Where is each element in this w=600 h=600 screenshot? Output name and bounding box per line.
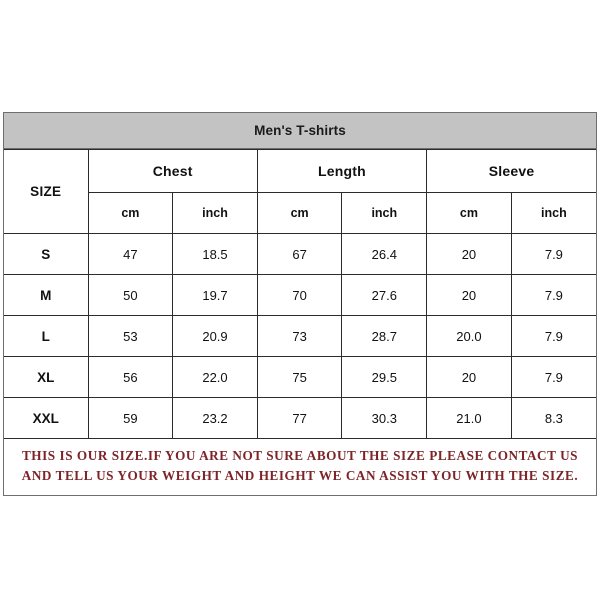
chart-title-bar: Men's T-shirts [4, 113, 596, 149]
cell-sleeve-inch: 7.9 [510, 356, 596, 398]
cell-sleeve-inch: 7.9 [510, 274, 596, 316]
cell-size: XL [4, 356, 89, 398]
cell-length-inch: 30.3 [341, 397, 428, 438]
cell-sleeve-cm: 20 [426, 356, 512, 398]
column-header-chest: Chest [87, 149, 258, 193]
column-header-length: Length [256, 149, 428, 193]
cell-size: L [4, 315, 89, 357]
cell-chest-inch: 22.0 [172, 356, 258, 398]
cell-length-cm: 70 [256, 274, 343, 316]
size-chart: Men's T-shirts SIZE Chest Length Sleeve … [3, 112, 597, 497]
cell-chest-inch: 19.7 [172, 274, 258, 316]
cell-size: XXL [4, 397, 89, 438]
cell-length-inch: 29.5 [341, 356, 428, 398]
cell-chest-cm: 59 [87, 397, 174, 438]
cell-size: S [4, 233, 89, 275]
table-header-unit-row: cm inch cm inch cm inch [4, 192, 596, 234]
cell-length-cm: 75 [256, 356, 343, 398]
cell-chest-inch: 18.5 [172, 233, 258, 275]
cell-chest-cm: 50 [87, 274, 174, 316]
unit-header-sleeve-inch: inch [510, 192, 596, 234]
cell-sleeve-inch: 8.3 [510, 397, 596, 438]
cell-sleeve-cm: 21.0 [426, 397, 512, 438]
cell-length-cm: 73 [256, 315, 343, 357]
cell-sleeve-inch: 7.9 [510, 233, 596, 275]
unit-header-length-cm: cm [256, 192, 343, 234]
cell-sleeve-cm: 20 [426, 233, 512, 275]
table-row: S 47 18.5 67 26.4 20 7.9 [4, 233, 596, 275]
column-header-size: SIZE [4, 149, 89, 234]
cell-chest-inch: 23.2 [172, 397, 258, 438]
cell-length-inch: 27.6 [341, 274, 428, 316]
size-measurement-table: SIZE Chest Length Sleeve cm inch cm inch… [4, 149, 596, 438]
unit-header-length-inch: inch [341, 192, 428, 234]
cell-sleeve-inch: 7.9 [510, 315, 596, 357]
unit-header-chest-inch: inch [172, 192, 258, 234]
cell-chest-cm: 47 [87, 233, 174, 275]
unit-header-chest-cm: cm [88, 192, 174, 234]
cell-length-inch: 26.4 [341, 233, 428, 275]
column-header-sleeve: Sleeve [426, 149, 596, 193]
cell-sleeve-cm: 20.0 [426, 315, 512, 357]
table-row: XL 56 22.0 75 29.5 20 7.9 [4, 356, 596, 398]
cell-sleeve-cm: 20 [426, 274, 512, 316]
size-disclaimer-note: THIS IS OUR SIZE.IF YOU ARE NOT SURE ABO… [4, 438, 596, 496]
cell-chest-cm: 53 [87, 315, 174, 357]
cell-chest-cm: 56 [87, 356, 174, 398]
cell-size: M [4, 274, 89, 316]
table-row: M 50 19.7 70 27.6 20 7.9 [4, 274, 596, 316]
table-row: XXL 59 23.2 77 30.3 21.0 8.3 [4, 397, 596, 438]
cell-length-cm: 67 [256, 233, 343, 275]
page-title: Men's T-shirts [254, 123, 346, 138]
cell-chest-inch: 20.9 [172, 315, 258, 357]
table-row: L 53 20.9 73 28.7 20.0 7.9 [4, 315, 596, 357]
table-header-group-row: SIZE Chest Length Sleeve [4, 149, 596, 234]
unit-header-sleeve-cm: cm [426, 192, 512, 234]
cell-length-cm: 77 [256, 397, 343, 438]
cell-length-inch: 28.7 [341, 315, 428, 357]
